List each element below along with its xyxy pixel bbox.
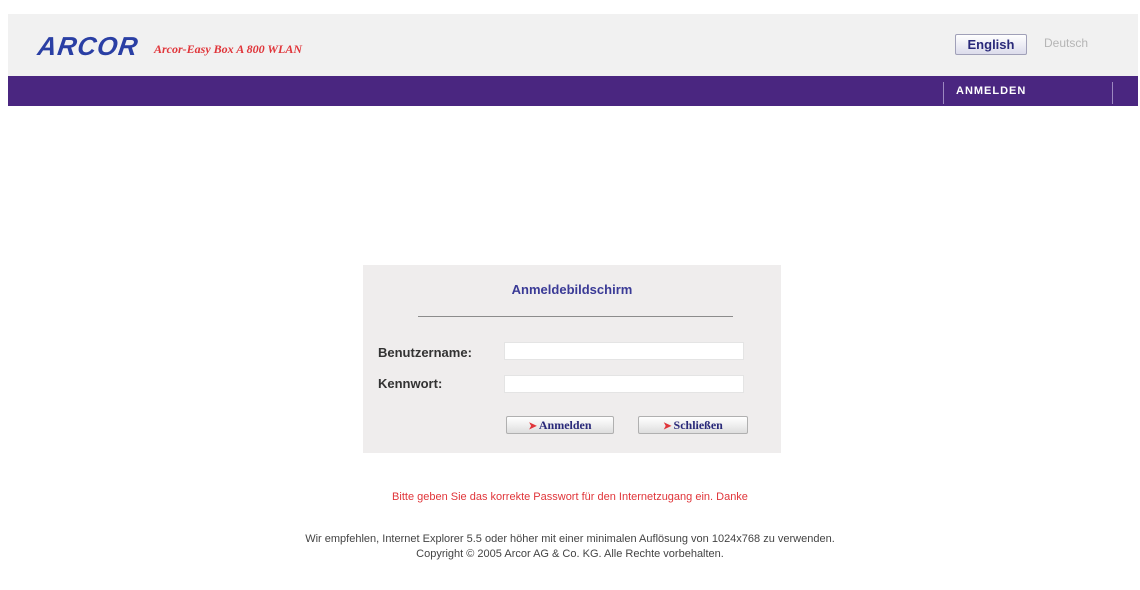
arcor-logo[interactable]: ARCOR (36, 31, 141, 62)
login-title: Anmeldebildschirm (511, 282, 633, 297)
browser-recommendation: Wir empfehlen, Internet Explorer 5.5 ode… (305, 533, 835, 545)
copyright-notice: Copyright © 2005 Arcor AG & Co. KG. Alle… (416, 548, 724, 560)
language-german-link[interactable]: Deutsch (1044, 36, 1088, 50)
arrow-right-icon: ➤ (663, 421, 672, 432)
password-warning: Bitte geben Sie das korrekte Passwort fü… (392, 491, 748, 503)
username-label: Benutzername: (378, 345, 472, 360)
login-button[interactable]: ➤ Anmelden (506, 416, 614, 434)
password-label: Kennwort: (378, 376, 443, 391)
title-divider (418, 316, 733, 317)
nav-bar: ANMELDEN (8, 76, 1138, 106)
arrow-right-icon: ➤ (528, 421, 537, 432)
language-english-button[interactable]: English (955, 34, 1027, 55)
login-panel: Anmeldebildschirm Benutzername: Kennwort… (363, 265, 781, 453)
close-button-label: Schließen (673, 418, 723, 432)
password-input[interactable] (504, 375, 744, 393)
nav-divider (943, 82, 944, 104)
login-button-label: Anmelden (538, 418, 592, 432)
nav-divider (1112, 82, 1113, 104)
page: ARCOR Arcor-Easy Box A 800 WLAN English … (0, 0, 1140, 590)
close-button[interactable]: ➤ Schließen (638, 416, 748, 434)
product-name: Arcor-Easy Box A 800 WLAN (154, 42, 303, 56)
header: ARCOR Arcor-Easy Box A 800 WLAN English … (8, 14, 1138, 76)
nav-item-anmelden[interactable]: ANMELDEN (956, 85, 1026, 97)
username-input[interactable] (504, 342, 744, 360)
